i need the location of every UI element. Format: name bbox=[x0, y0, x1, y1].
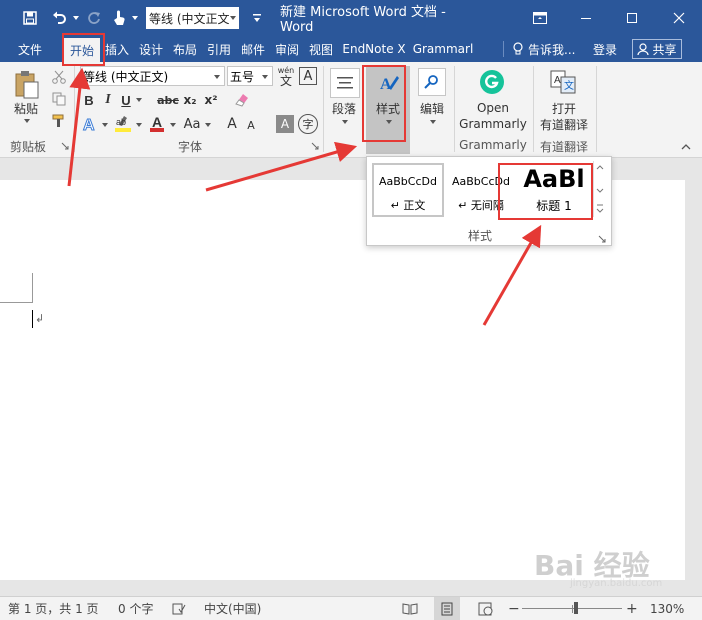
arrow-to-styles bbox=[205, 141, 358, 192]
arrow-to-home-tab bbox=[67, 67, 91, 187]
arrow-to-heading1 bbox=[482, 224, 542, 326]
annotation-arrows bbox=[67, 67, 542, 326]
